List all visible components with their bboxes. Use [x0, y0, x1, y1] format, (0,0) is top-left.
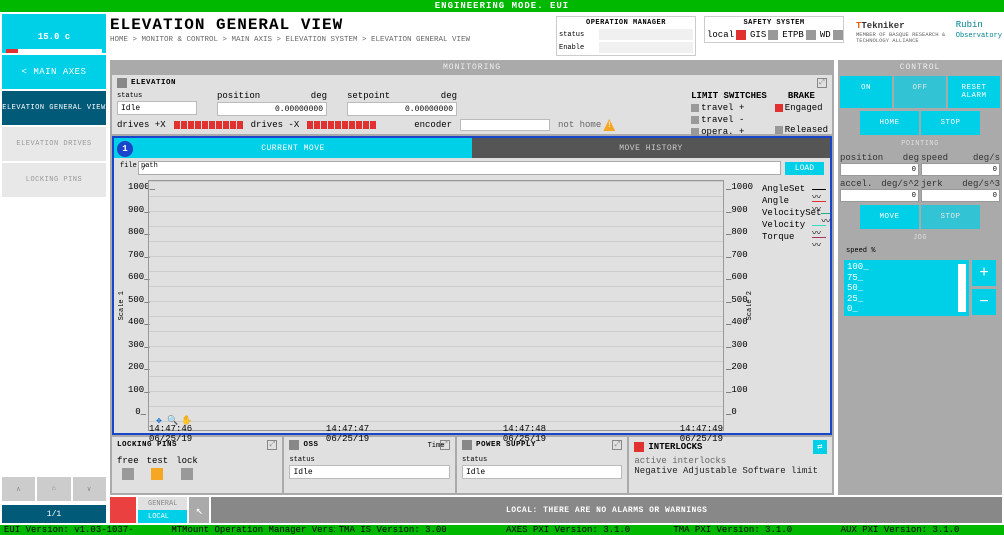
- jog-minus-button[interactable]: −: [972, 289, 996, 315]
- home-button[interactable]: HOME: [860, 111, 919, 135]
- pointer-icon[interactable]: ↖: [189, 497, 209, 523]
- operation-manager-panel: OPERATION MANAGER status Enable: [556, 16, 696, 56]
- tab-move-history[interactable]: MOVE HISTORY: [472, 138, 830, 158]
- jog-label: JOG: [840, 234, 1000, 242]
- accel-input[interactable]: 0: [840, 189, 919, 202]
- chart-zoom-icon[interactable]: 🔍: [167, 416, 179, 428]
- not-home-indicator: not home!: [558, 119, 615, 131]
- nav-locking-pins[interactable]: LOCKING PINS: [2, 163, 106, 197]
- drives-minus-bars: [307, 121, 376, 129]
- safety-system-panel: SAFETY SYSTEM local GIS ETPB WD: [704, 16, 844, 43]
- y-axis-label: Scale 1: [118, 291, 126, 320]
- elevation-box: ELEVATION ⤢ statusIdle position deg0.000…: [112, 75, 832, 134]
- y2-axis-ticks: _1000_900_800_700_600_500_400_300_200_10…: [724, 180, 746, 431]
- safety-local-led: [736, 30, 746, 40]
- jerk-input[interactable]: 0: [921, 189, 1000, 202]
- lock-test-led: [151, 468, 163, 480]
- version-bar: EUI Version: v1.03-1037- MTMount Operati…: [0, 525, 1004, 535]
- encoder-value: [460, 119, 550, 131]
- local-button[interactable]: LOCAL: [138, 510, 187, 523]
- jog-speed-slider[interactable]: 100_75_50_25_0_: [844, 260, 969, 316]
- tekniker-logo: TTeknikerMEMBER OF BASQUE RESEARCH & TEC…: [856, 16, 950, 43]
- y2-axis-label: Scale 2: [746, 291, 754, 320]
- tab-current-move[interactable]: CURRENT MOVE: [114, 138, 472, 158]
- stop-button[interactable]: STOP: [921, 111, 980, 135]
- control-title: CONTROL: [840, 62, 1000, 73]
- chart-box: 1 CURRENT MOVE MOVE HISTORY file path / …: [112, 136, 832, 435]
- reset-alarm-button[interactable]: RESET ALARM: [948, 76, 1000, 108]
- lock-free-led: [122, 468, 134, 480]
- jog-speed-label: speed %: [840, 247, 1000, 255]
- stop2-button[interactable]: STOP: [921, 205, 980, 229]
- x-axis-ticks: 14:47:4606/25/1914:47:4706/25/1914:47:48…: [149, 424, 723, 444]
- pager: 1/1: [2, 505, 106, 523]
- monitoring-title: MONITORING: [112, 62, 832, 73]
- locking-pins-box: LOCKING PINS⤢ free test lock: [112, 437, 282, 493]
- jog-plus-button[interactable]: +: [972, 260, 996, 286]
- nav-elevation-general-view[interactable]: ELEVATION GENERAL VIEW: [2, 91, 106, 125]
- position-input[interactable]: 0: [840, 163, 919, 176]
- breadcrumb: HOME > MONITOR & CONTROL > MAIN AXIS > E…: [110, 36, 548, 44]
- alarm-indicator: [110, 497, 136, 523]
- expand-icon[interactable]: ⤢: [817, 78, 827, 88]
- chart-plot-area[interactable]: 14:47:4606/25/1914:47:4706/25/1914:47:48…: [148, 180, 724, 431]
- nav-home-button[interactable]: ⌂: [37, 477, 70, 501]
- off-button[interactable]: OFF: [894, 76, 946, 108]
- interlock-refresh-icon[interactable]: ⇄: [813, 440, 827, 454]
- chart-pan-icon[interactable]: ✋: [181, 416, 193, 428]
- nav-down-button[interactable]: ∨: [73, 477, 106, 501]
- lock-lock-led: [181, 468, 193, 480]
- safety-etpb-led: [806, 30, 816, 40]
- oss-status: Idle: [289, 465, 449, 479]
- operation-manager-title: OPERATION MANAGER: [559, 19, 693, 27]
- general-button[interactable]: GENERAL: [138, 497, 187, 510]
- op-mgr-status: [599, 29, 693, 40]
- y-axis-ticks: 1000_900_800_700_600_500_400_300_200_100…: [128, 180, 148, 431]
- safety-title: SAFETY SYSTEM: [707, 19, 841, 27]
- speed-input[interactable]: 0: [921, 163, 1000, 176]
- temperature-display: 15.0 c: [2, 14, 106, 53]
- load-button[interactable]: LOAD: [785, 162, 824, 175]
- safety-wd-led: [833, 30, 843, 40]
- nav-up-button[interactable]: ∧: [2, 477, 35, 501]
- nav-elevation-drives[interactable]: ELEVATION DRIVES: [2, 127, 106, 161]
- nav-back-main-axes[interactable]: < MAIN AXES: [2, 55, 106, 89]
- warning-icon: !: [603, 119, 615, 131]
- interlocks-box: INTERLOCKS⇄ active interlocksNegative Ad…: [629, 437, 832, 493]
- control-panel: CONTROL ON OFF RESET ALARM HOME STOP POI…: [838, 60, 1002, 495]
- pointing-label: POINTING: [840, 140, 1000, 148]
- chart-legend: AngleSet〰Angle〰VelocitySet〰Velocity〰Torq…: [756, 180, 826, 431]
- ps-status: Idle: [462, 465, 622, 479]
- status-message: LOCAL: THERE ARE NO ALARMS OR WARNINGS: [211, 497, 1002, 523]
- on-button[interactable]: ON: [840, 76, 892, 108]
- elevation-status: Idle: [117, 101, 197, 115]
- logos: TTeknikerMEMBER OF BASQUE RESEARCH & TEC…: [852, 16, 1002, 43]
- rubin-logo: RubinObservatory: [956, 16, 1002, 40]
- annotation-badge-1: 1: [117, 141, 133, 157]
- drives-plus-bars: [174, 121, 243, 129]
- general-local-toggle: GENERAL LOCAL ↖: [138, 497, 209, 523]
- move-button[interactable]: MOVE: [860, 205, 919, 229]
- left-nav: 15.0 c < MAIN AXES ELEVATION GENERAL VIE…: [0, 12, 108, 525]
- op-mgr-enable: [599, 42, 693, 53]
- elevation-position: 0.00000000: [217, 102, 327, 116]
- elevation-setpoint: 0.00000000: [347, 102, 457, 116]
- page-title: ELEVATION GENERAL VIEW: [110, 16, 548, 34]
- safety-gis-led: [768, 30, 778, 40]
- engineering-mode-banner: ENGINEERING MODE. EUI: [0, 0, 1004, 12]
- x-axis-label: Time: [428, 442, 445, 450]
- chart-crosshair-icon[interactable]: ✥: [153, 416, 165, 428]
- active-interlocks-value: Negative Adjustable Software limit: [634, 466, 827, 476]
- file-path-input[interactable]: /: [138, 161, 781, 175]
- monitoring-panel: MONITORING ELEVATION ⤢ statusIdle positi…: [110, 60, 834, 495]
- elevation-status-led: [117, 78, 127, 88]
- power-supply-box: POWER SUPPLY⤢ statusIdle: [457, 437, 627, 493]
